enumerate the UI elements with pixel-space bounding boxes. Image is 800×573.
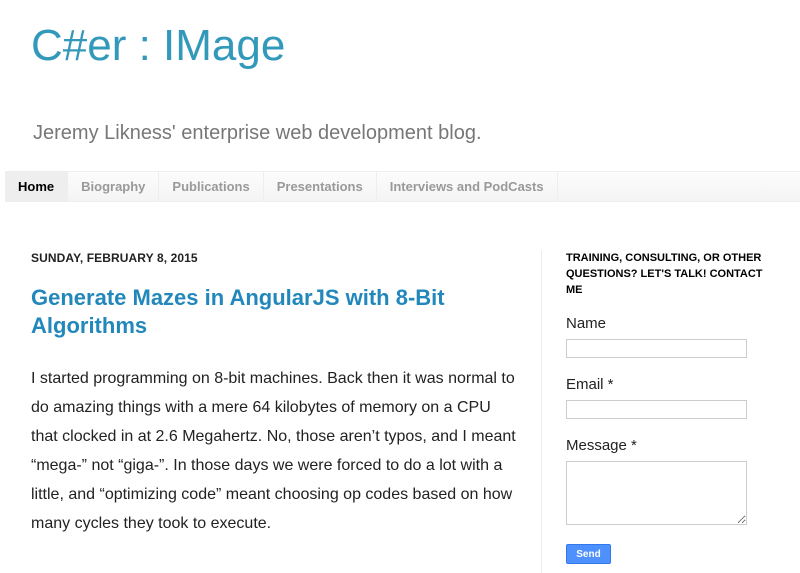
tab-biography[interactable]: Biography [68,172,160,201]
message-label: Message * [566,437,637,454]
email-field[interactable] [566,400,747,419]
contact-form: Name Email * Message * Send [566,314,766,564]
tab-presentations[interactable]: Presentations [264,172,377,201]
tab-interviews-podcasts[interactable]: Interviews and PodCasts [377,172,558,201]
message-field[interactable] [566,461,747,525]
sidebar-divider [541,250,542,573]
post-date: SUNDAY, FEBRUARY 8, 2015 [31,251,198,265]
page-tabs: Home Biography Publications Presentation… [5,171,800,202]
main-column: SUNDAY, FEBRUARY 8, 2015 Generate Mazes … [31,250,521,538]
sidebar: TRAINING, CONSULTING, OR OTHER QUESTIONS… [566,250,766,564]
name-field[interactable] [566,339,747,358]
blog-description: Jeremy Likness' enterprise web developme… [33,122,482,144]
tab-home[interactable]: Home [5,172,69,201]
email-label: Email * [566,376,614,393]
tab-publications[interactable]: Publications [159,172,264,201]
post-body: I started programming on 8-bit machines.… [31,370,516,532]
blog-title[interactable]: C#er : IMage [31,16,285,76]
post-title-link[interactable]: Generate Mazes in AngularJS with 8-Bit A… [31,284,521,340]
contact-widget-title: TRAINING, CONSULTING, OR OTHER QUESTIONS… [566,252,763,296]
name-label: Name [566,315,607,332]
send-button[interactable]: Send [566,544,611,564]
